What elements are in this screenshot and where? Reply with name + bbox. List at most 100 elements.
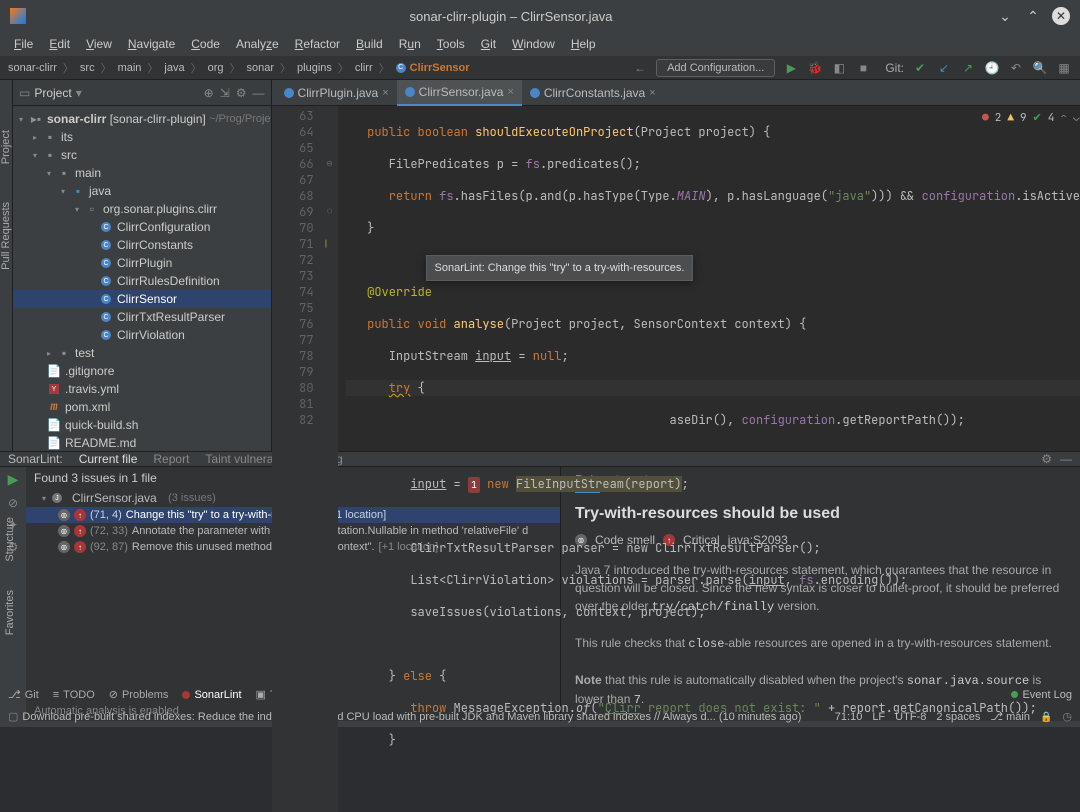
fold-gutter[interactable]: ⊖ ◯ ⎸ xyxy=(322,106,338,812)
menu-refactor[interactable]: Refactor xyxy=(289,35,346,53)
sonar-tab-current[interactable]: Current file xyxy=(79,452,138,466)
footer-sonarlint[interactable]: SonarLint xyxy=(182,689,241,701)
tree-file[interactable]: Y.travis.yml xyxy=(13,380,271,398)
tree-folder-main[interactable]: ▾▪main xyxy=(13,164,271,182)
inspection-tooltip: SonarLint: Change this "try" to a try-wi… xyxy=(426,255,694,281)
smell-icon: ⊚ xyxy=(58,541,70,553)
sidebar-favorites[interactable]: Favorites xyxy=(4,586,16,639)
footer-problems[interactable]: ⊘ Problems xyxy=(109,688,169,701)
breadcrumb-item[interactable]: sonar xyxy=(247,62,275,74)
git-label: Git: xyxy=(885,61,904,75)
chevron-up-icon[interactable]: ⌃ xyxy=(1060,110,1067,126)
tree-class[interactable]: CClirrTxtResultParser xyxy=(13,308,271,326)
breadcrumb-current: ClirrSensor xyxy=(410,62,470,74)
gear-icon[interactable]: ⚙ xyxy=(236,86,247,100)
stop-icon[interactable]: ■ xyxy=(855,60,871,76)
back-icon[interactable]: ← xyxy=(632,60,648,76)
menu-navigate[interactable]: Navigate xyxy=(122,35,181,53)
breadcrumb-item[interactable]: main xyxy=(118,62,142,74)
close-icon[interactable]: × xyxy=(507,86,513,98)
critical-icon: ↑ xyxy=(74,509,86,521)
coverage-icon[interactable]: ◧ xyxy=(831,60,847,76)
search-icon[interactable]: 🔍 xyxy=(1032,60,1048,76)
tree-class[interactable]: CClirrConstants xyxy=(13,236,271,254)
menu-view[interactable]: View xyxy=(80,35,118,53)
menu-code[interactable]: Code xyxy=(185,35,226,53)
close-button[interactable]: ✕ xyxy=(1052,7,1070,25)
project-panel-title: Project xyxy=(34,86,71,100)
breadcrumb-item[interactable]: clirr xyxy=(355,62,373,74)
debug-icon[interactable]: 🐞 xyxy=(807,60,823,76)
footer-todo[interactable]: ≡ TODO xyxy=(53,689,95,701)
tool-icon[interactable]: ⊘ xyxy=(8,496,18,510)
menu-file[interactable]: File xyxy=(8,35,39,53)
tree-root[interactable]: ▾▸▪sonar-clirr [sonar-clirr-plugin] ~/Pr… xyxy=(13,110,271,128)
git-push-icon[interactable]: ↗ xyxy=(960,60,976,76)
tree-file[interactable]: 📄README.md xyxy=(13,434,271,451)
smell-icon: ⊚ xyxy=(58,509,70,521)
menu-edit[interactable]: Edit xyxy=(43,35,76,53)
analyze-play-icon[interactable]: ▶ xyxy=(8,471,19,488)
tree-class[interactable]: CClirrViolation xyxy=(13,326,271,344)
breadcrumb-item[interactable]: sonar-clirr xyxy=(8,62,57,74)
tree-folder-its[interactable]: ▸▪its xyxy=(13,128,271,146)
run-icon[interactable]: ▶ xyxy=(783,60,799,76)
ide-logo xyxy=(10,8,26,24)
menu-tools[interactable]: Tools xyxy=(431,35,471,53)
tree-folder-src[interactable]: ▾▪src xyxy=(13,146,271,164)
tree-file[interactable]: 📄quick-build.sh xyxy=(13,416,271,434)
class-icon xyxy=(405,87,415,97)
tree-class[interactable]: CClirrPlugin xyxy=(13,254,271,272)
tree-folder-test[interactable]: ▸▪test xyxy=(13,344,271,362)
error-count-icon[interactable]: ● xyxy=(982,110,989,126)
tree-class[interactable]: CClirrConfiguration xyxy=(13,218,271,236)
tree-class-selected[interactable]: CClirrSensor xyxy=(13,290,271,308)
menu-git[interactable]: Git xyxy=(475,35,502,53)
panel-expand-icon[interactable]: ▭ xyxy=(19,86,30,100)
editor-tab-active[interactable]: ClirrSensor.java× xyxy=(397,80,522,106)
line-gutter: 6364656667686970717273747576777879808182 xyxy=(272,106,322,812)
tree-class[interactable]: CClirrRulesDefinition xyxy=(13,272,271,290)
menu-run[interactable]: Run xyxy=(393,35,427,53)
sidebar-structure[interactable]: Structure xyxy=(4,513,16,566)
sidebar-project[interactable]: Project xyxy=(0,126,12,168)
run-config-button[interactable]: Add Configuration... xyxy=(656,59,775,77)
sonarlint-panel-label: SonarLint: xyxy=(8,452,63,466)
git-commit-icon[interactable]: ✔ xyxy=(912,60,928,76)
breadcrumb-item[interactable]: src xyxy=(80,62,95,74)
menu-build[interactable]: Build xyxy=(350,35,389,53)
editor-tab[interactable]: ClirrConstants.java× xyxy=(522,80,664,106)
close-icon[interactable]: × xyxy=(649,87,655,99)
menu-window[interactable]: Window xyxy=(506,35,561,53)
tree-folder-java[interactable]: ▾▪java xyxy=(13,182,271,200)
minimize-button[interactable]: ⌄ xyxy=(996,7,1014,25)
ide-settings-icon[interactable]: ▦ xyxy=(1056,60,1072,76)
menu-help[interactable]: Help xyxy=(565,35,602,53)
maximize-button[interactable]: ⌃ xyxy=(1024,7,1042,25)
footer-git[interactable]: ⎇ Git xyxy=(8,688,39,701)
tree-file[interactable]: 📄.gitignore xyxy=(13,362,271,380)
editor-tab[interactable]: ClirrPlugin.java× xyxy=(276,80,397,106)
window-title: sonar-clirr-plugin – ClirrSensor.java xyxy=(26,9,996,24)
history-icon[interactable]: 🕘 xyxy=(984,60,1000,76)
close-icon[interactable]: × xyxy=(382,87,388,99)
git-pull-icon[interactable]: ↙ xyxy=(936,60,952,76)
warning-count-icon[interactable]: ▲ xyxy=(1007,110,1014,126)
hide-icon[interactable]: — xyxy=(253,86,265,100)
tree-package[interactable]: ▾▫org.sonar.plugins.clirr xyxy=(13,200,271,218)
revert-icon[interactable]: ↶ xyxy=(1008,60,1024,76)
code-area[interactable]: public boolean shouldExecuteOnProject(Pr… xyxy=(338,106,1080,812)
breadcrumb-item[interactable]: org xyxy=(208,62,224,74)
chevron-down-icon[interactable]: ⌄ xyxy=(1073,110,1080,126)
class-icon xyxy=(284,88,294,98)
ok-count-icon[interactable]: ✔ xyxy=(1033,110,1042,126)
breadcrumb-item[interactable]: java xyxy=(164,62,184,74)
breadcrumb-item[interactable]: plugins xyxy=(297,62,332,74)
tree-file[interactable]: mpom.xml xyxy=(13,398,271,416)
menu-analyze[interactable]: Analyze xyxy=(230,35,285,53)
expand-all-icon[interactable]: ⇲ xyxy=(220,86,230,100)
select-opened-icon[interactable]: ⊕ xyxy=(204,86,214,100)
sonar-tab-report[interactable]: Report xyxy=(153,452,189,466)
sidebar-pull-requests[interactable]: Pull Requests xyxy=(0,198,12,274)
status-toggle-icon[interactable]: ▢ xyxy=(8,710,18,723)
